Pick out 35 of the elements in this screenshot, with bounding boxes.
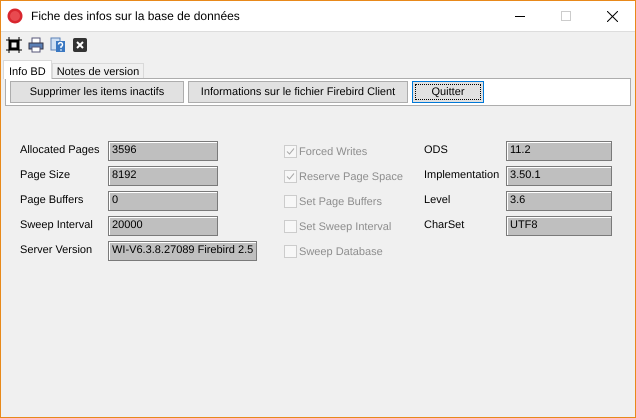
field-label: Page Size — [20, 168, 72, 181]
value-field[interactable]: WI-V6.3.8.27089 Firebird 2.5 — [108, 241, 258, 261]
value-field[interactable]: 20000 — [108, 216, 218, 236]
field-label: Allocated Pages — [20, 143, 100, 156]
field-label: Page Buffers — [20, 193, 84, 206]
tab[interactable]: Info BD — [3, 60, 52, 79]
help-document-icon[interactable] — [49, 36, 67, 54]
toolbar-button[interactable]: Informations sur le fichier Firebird Client — [188, 81, 408, 103]
checkbox-label: Reserve Page Space — [299, 170, 403, 182]
checkbox-label: Forced Writes — [299, 146, 368, 158]
field-label: ODS — [424, 143, 449, 156]
printer-icon[interactable] — [27, 36, 45, 54]
toolbar-button[interactable]: Supprimer les items inactifs — [10, 81, 184, 103]
window-title: Fiche des infos sur la base de données — [31, 9, 241, 23]
close-icon[interactable] — [606, 10, 618, 22]
value-field[interactable]: 3.50.1 — [506, 166, 612, 186]
field-label: Server Version — [20, 243, 94, 256]
value-field[interactable]: 0 — [108, 191, 218, 211]
field-label: Sweep Interval — [20, 218, 94, 231]
value-field[interactable]: UTF8 — [506, 216, 612, 236]
checkbox-label: Sweep Database — [299, 246, 383, 258]
value-field[interactable]: 8192 — [108, 166, 218, 186]
value-field[interactable]: 3.6 — [506, 191, 612, 211]
checkbox-label: Set Page Buffers — [299, 196, 382, 208]
checkbox-label: Set Sweep Interval — [299, 220, 392, 232]
value-field[interactable]: 11.2 — [506, 141, 612, 161]
close-icon[interactable] — [71, 36, 89, 54]
field-label: CharSet — [424, 218, 466, 231]
toolbar-button[interactable]: Quitter — [412, 81, 484, 103]
field-label: Level — [424, 193, 452, 206]
tab[interactable]: Notes de version — [52, 63, 144, 78]
app-logo-icon — [7, 8, 23, 24]
value-field[interactable]: 3596 — [108, 141, 218, 161]
fit-frame-icon[interactable] — [5, 36, 23, 54]
field-label: Implementation — [424, 168, 500, 181]
